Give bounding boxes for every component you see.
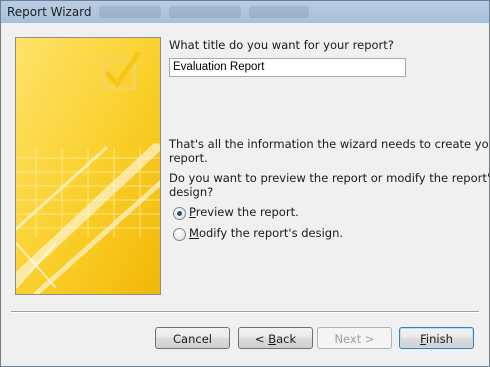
title-bar-background-blur [249, 6, 309, 18]
radio-selected-dot [177, 211, 182, 216]
wizard-client-area: What title do you want for your report? … [9, 23, 489, 361]
info-text-line1: That's all the information the wizard ne… [169, 137, 490, 151]
cancel-button[interactable]: Cancel [155, 327, 230, 349]
button-separator [11, 311, 479, 313]
back-accelerator: B [268, 332, 277, 346]
question-text-line1: Do you want to preview the report or mod… [169, 171, 490, 185]
finish-button[interactable]: Finish [399, 327, 474, 349]
title-bar-background-blur [169, 6, 241, 18]
wizard-art-graphic [16, 38, 160, 294]
window-title: Report Wizard [7, 5, 92, 19]
preview-radio-button[interactable] [173, 207, 186, 220]
back-button[interactable]: < Back [238, 327, 313, 349]
modify-radio-button[interactable] [173, 228, 186, 241]
preview-accelerator: P [189, 205, 196, 219]
next-button[interactable]: Next > [317, 327, 392, 349]
preview-option-label[interactable]: Preview the report. [189, 205, 299, 219]
info-text-line2: report. [169, 151, 208, 165]
wizard-art-panel [15, 37, 161, 295]
modify-label-rest: odify the report's design. [198, 226, 344, 240]
back-prefix: < [254, 332, 269, 346]
report-title-input[interactable] [169, 58, 406, 77]
preview-label-rest: review the report. [195, 205, 299, 219]
title-bar[interactable]: Report Wizard [1, 1, 489, 23]
finish-label-rest: inish [425, 332, 453, 346]
report-wizard-window: Report Wizard What title do you want for… [0, 0, 490, 367]
back-label-rest: ack [276, 332, 297, 346]
title-prompt-label: What title do you want for your report? [169, 38, 394, 52]
modify-option-label[interactable]: Modify the report's design. [189, 226, 343, 240]
question-text-line2: design? [169, 185, 214, 199]
title-bar-background-blur [99, 6, 161, 18]
modify-accelerator: M [189, 226, 199, 240]
